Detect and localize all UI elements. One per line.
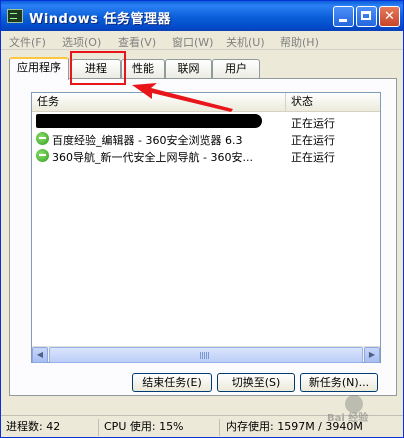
task-name: 360导航_新一代安全上网导航 - 360安...: [52, 151, 253, 164]
task-manager-window: Windows 任务管理器 ✕ 文件(F) 选项(O) 查看(V) 窗口(W) …: [0, 0, 404, 438]
menu-help[interactable]: 帮助(H): [280, 34, 319, 50]
task-list-header: 任务 状态: [32, 93, 380, 112]
minimize-button[interactable]: [333, 6, 354, 27]
menu-shutdown[interactable]: 关机(U): [226, 34, 265, 50]
grip-icon: [200, 352, 210, 359]
maximize-icon: [361, 11, 371, 20]
switch-to-button[interactable]: 切换至(S): [217, 373, 295, 392]
redacted-task-name: [36, 114, 262, 128]
task-list[interactable]: 任务 状态 正在运行 百度经验_编辑器 - 360安全浏览器 6.3 正在运行 …: [31, 92, 381, 363]
task-name: 百度经验_编辑器 - 360安全浏览器 6.3: [52, 134, 243, 147]
maximize-button[interactable]: [356, 6, 377, 27]
highlight-box-processes-tab: [70, 51, 126, 85]
browser-360-icon: [36, 132, 49, 145]
memory-usage: 内存使用: 1597M / 3940M: [226, 420, 363, 433]
cpu-usage: CPU 使用: 15%: [98, 419, 218, 436]
menu-file[interactable]: 文件(F): [9, 34, 46, 50]
close-button[interactable]: ✕: [379, 6, 400, 27]
browser-360-icon: [36, 149, 49, 162]
end-task-button[interactable]: 结束任务(E): [132, 373, 212, 392]
tab-performance[interactable]: 性能: [121, 59, 165, 78]
scroll-left-icon[interactable]: ◀: [32, 347, 48, 363]
tab-applications[interactable]: 应用程序: [9, 57, 69, 80]
new-task-button[interactable]: 新任务(N)...: [300, 373, 378, 392]
status-divider: [219, 419, 220, 436]
menu-options[interactable]: 选项(O): [62, 34, 101, 50]
column-header-status[interactable]: 状态: [286, 93, 380, 112]
table-row[interactable]: 百度经验_编辑器 - 360安全浏览器 6.3 正在运行: [32, 130, 380, 147]
horizontal-scrollbar[interactable]: ◀ ▶: [32, 346, 380, 363]
task-manager-app-icon: [7, 9, 23, 23]
minimize-icon: [339, 19, 347, 22]
title-bar[interactable]: Windows 任务管理器 ✕: [1, 1, 403, 31]
status-bar: 进程数: 42 CPU 使用: 15% 内存使用: 1597M / 3940M: [1, 415, 403, 437]
menu-bar: 文件(F) 选项(O) 查看(V) 窗口(W) 关机(U) 帮助(H): [1, 31, 403, 50]
scrollbar-thumb[interactable]: [49, 347, 363, 363]
task-status: 正在运行: [291, 134, 335, 147]
close-icon: ✕: [384, 9, 395, 24]
column-header-task[interactable]: 任务: [32, 93, 286, 112]
task-status: 正在运行: [291, 151, 335, 164]
scroll-right-icon[interactable]: ▶: [364, 347, 380, 363]
table-row[interactable]: 360导航_新一代安全上网导航 - 360安... 正在运行: [32, 147, 380, 164]
window-title: Windows 任务管理器: [29, 12, 172, 27]
process-count: 进程数: 42: [6, 420, 61, 433]
tab-users[interactable]: 用户: [212, 59, 260, 78]
paw-logo-icon: [345, 395, 363, 413]
table-row[interactable]: 正在运行: [32, 113, 380, 130]
tab-networking[interactable]: 联网: [165, 59, 212, 78]
task-status: 正在运行: [291, 117, 335, 130]
menu-view[interactable]: 查看(V): [118, 34, 156, 50]
menu-window[interactable]: 窗口(W): [172, 34, 213, 50]
